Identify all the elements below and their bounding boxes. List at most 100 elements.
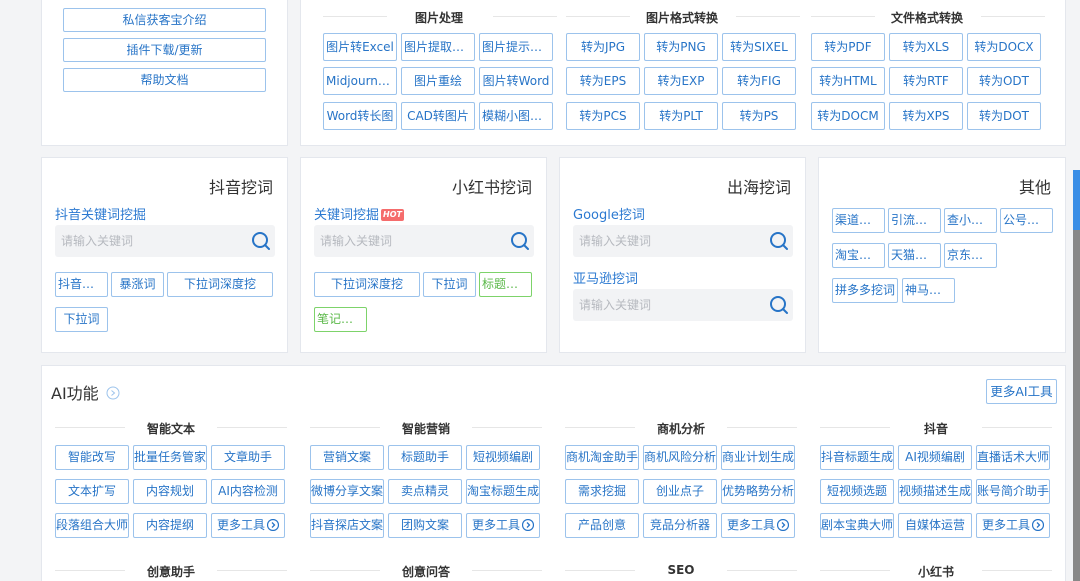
xhs-keyword-link[interactable]: 关键词挖掘 HOT (314, 204, 404, 223)
image-tool-button[interactable]: 转为DOCM (811, 102, 885, 130)
douyin-dropdown-words[interactable]: 下拉词 (55, 307, 108, 332)
xhs-note-generate[interactable]: 笔记生成 (314, 307, 367, 332)
image-tool-button[interactable]: 转为XPS (889, 102, 963, 130)
more-tools-button[interactable]: 更多工具 (721, 513, 795, 538)
ai-tool-button[interactable]: 营销文案 (310, 445, 384, 470)
ai-tool-button[interactable]: 批量任务管家 (133, 445, 207, 470)
image-tool-button[interactable]: 转为PNG (644, 33, 718, 61)
divider (217, 570, 287, 571)
image-tool-button[interactable]: 转为PDF (811, 33, 885, 61)
ai-tool-button[interactable]: 淘宝标题生成 (466, 479, 540, 504)
amazon-keyword-link[interactable]: 亚马逊挖词 (573, 268, 638, 287)
ai-tool-button[interactable]: 竞品分析器 (643, 513, 717, 538)
ai-tool-button[interactable]: 自媒体运营 (898, 513, 972, 538)
other-tmall[interactable]: 天猫挖词 (888, 243, 941, 268)
more-tools-button[interactable]: 更多工具 (466, 513, 540, 538)
info-circle-icon[interactable] (106, 386, 120, 400)
image-tool-button[interactable]: 转为DOT (967, 102, 1041, 130)
link-help-docs[interactable]: 帮助文档 (63, 68, 266, 92)
ai-tool-button[interactable]: 账号简介助手 (976, 479, 1050, 504)
image-tool-button[interactable]: Midjourney... (323, 67, 397, 95)
image-tool-button[interactable]: 转为ODT (967, 67, 1041, 95)
image-tool-button[interactable]: 转为PCS (566, 102, 640, 130)
ai-tool-button[interactable]: 短视频编剧 (466, 445, 540, 470)
image-tool-button[interactable]: 转为EPS (566, 67, 640, 95)
image-tool-button[interactable]: 转为SIXEL (722, 33, 796, 61)
more-tools-button[interactable]: 更多工具 (976, 513, 1050, 538)
image-tool-button[interactable]: 图片转Excel (323, 33, 397, 61)
ai-tool-button[interactable]: 视频描述生成 (898, 479, 972, 504)
google-search-input[interactable] (573, 225, 793, 257)
image-tool-button[interactable]: 图片转Word (479, 67, 553, 95)
douyin-surge-words[interactable]: 暴涨词 (111, 272, 164, 297)
ai-tool-button[interactable]: 微博分享文案 (310, 479, 384, 504)
image-tool-button[interactable]: 图片提取文字 (401, 33, 475, 61)
other-taobao[interactable]: 淘宝挖词 (832, 243, 885, 268)
ai-tool-button[interactable]: 商机风险分析 (643, 445, 717, 470)
other-shenma[interactable]: 神马挖词 (902, 278, 955, 303)
ai-tool-button[interactable]: 内容提纲 (133, 513, 207, 538)
ai-tool-button[interactable]: 智能改写 (55, 445, 129, 470)
ai-tool-button[interactable]: 优势略势分析 (721, 479, 795, 504)
ai-tool-button[interactable]: 直播话术大师 (976, 445, 1050, 470)
ai-tool-button[interactable]: 剧本宝典大师 (820, 513, 894, 538)
other-traffic-sites[interactable]: 引流网站 (888, 208, 941, 233)
right-scrollbar-accent (1073, 170, 1080, 230)
image-tool-button[interactable]: CAD转图片 (401, 102, 475, 130)
right-scrollbar[interactable] (1073, 170, 1080, 581)
search-icon[interactable] (769, 231, 789, 251)
xhs-search-input[interactable] (314, 225, 534, 257)
ai-tool-button[interactable]: 内容规划 (133, 479, 207, 504)
image-tool-button[interactable]: 转为PS (722, 102, 796, 130)
ai-tool-button[interactable]: 商业计划生成 (721, 445, 795, 470)
more-ai-tools-button[interactable]: 更多AI工具 (986, 379, 1057, 404)
image-tool-button[interactable]: 转为PLT (644, 102, 718, 130)
other-channel-mining[interactable]: 渠道挖掘 (832, 208, 885, 233)
other-official-account[interactable]: 公号截流 (1000, 208, 1053, 233)
search-icon[interactable] (251, 231, 271, 251)
more-tools-button[interactable]: 更多工具 (211, 513, 285, 538)
ai-tool-button[interactable]: 创业点子 (643, 479, 717, 504)
image-tool-button[interactable]: 模糊小图变... (479, 102, 553, 130)
image-tool-button[interactable]: 转为XLS (889, 33, 963, 61)
image-tool-button[interactable]: 转为DOCX (967, 33, 1041, 61)
image-tool-button[interactable]: 图片重绘 (401, 67, 475, 95)
image-tool-button[interactable]: 转为EXP (644, 67, 718, 95)
image-tool-button[interactable]: Word转长图 (323, 102, 397, 130)
image-tool-button[interactable]: 图片提示词... (479, 33, 553, 61)
amazon-search-input[interactable] (573, 289, 793, 321)
ai-tool-button[interactable]: 段落组合大师 (55, 513, 129, 538)
other-mini-program[interactable]: 查小程序 (944, 208, 997, 233)
douyin-hot-words[interactable]: 抖音热词 (55, 272, 108, 297)
ai-tool-button[interactable]: AI视频编剧 (898, 445, 972, 470)
xhs-title-generate[interactable]: 标题生成 (479, 272, 532, 297)
ai-tool-button[interactable]: 文章助手 (211, 445, 285, 470)
ai-tool-button[interactable]: 抖音标题生成 (820, 445, 894, 470)
ai-tool-button[interactable]: 抖音探店文案 (310, 513, 384, 538)
xhs-deep-dropdown[interactable]: 下拉词深度挖 (314, 272, 420, 297)
ai-tool-button[interactable]: 团购文案 (388, 513, 462, 538)
ai-tool-button[interactable]: AI内容检测 (211, 479, 285, 504)
xhs-dropdown-words[interactable]: 下拉词 (423, 272, 476, 297)
ai-tool-button[interactable]: 短视频选题 (820, 479, 894, 504)
search-icon[interactable] (769, 295, 789, 315)
image-tool-button[interactable]: 转为HTML (811, 67, 885, 95)
ai-tool-button[interactable]: 标题助手 (388, 445, 462, 470)
image-tool-button[interactable]: 转为FIG (722, 67, 796, 95)
ai-tool-button[interactable]: 卖点精灵 (388, 479, 462, 504)
google-keyword-link[interactable]: Google挖词 (573, 204, 645, 223)
search-icon[interactable] (510, 231, 530, 251)
other-jd[interactable]: 京东挖词 (944, 243, 997, 268)
ai-tool-button[interactable]: 文本扩写 (55, 479, 129, 504)
ai-tool-button[interactable]: 需求挖掘 (565, 479, 639, 504)
douyin-keyword-link[interactable]: 抖音关键词挖掘 (55, 204, 146, 223)
ai-tool-button[interactable]: 产品创意 (565, 513, 639, 538)
link-sixin[interactable]: 私信获客宝介绍 (63, 8, 266, 32)
douyin-deep-dropdown[interactable]: 下拉词深度挖 (167, 272, 273, 297)
ai-tool-button[interactable]: 商机淘金助手 (565, 445, 639, 470)
link-plugin-download[interactable]: 插件下载/更新 (63, 38, 266, 62)
other-pinduoduo[interactable]: 拼多多挖词 (832, 278, 898, 303)
image-tool-button[interactable]: 转为JPG (566, 33, 640, 61)
image-tool-button[interactable]: 转为RTF (889, 67, 963, 95)
douyin-search-input[interactable] (55, 225, 275, 257)
